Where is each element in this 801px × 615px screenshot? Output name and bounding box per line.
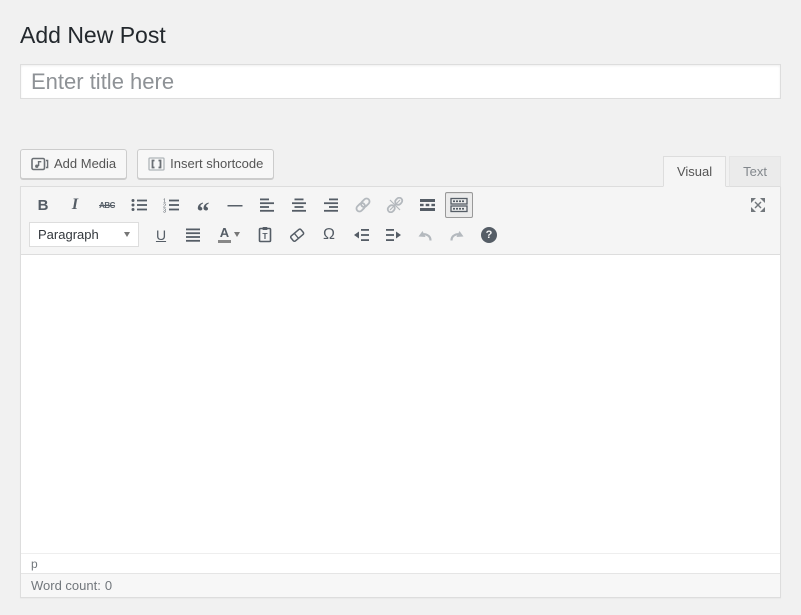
wordcount-bar: Word count: 0 <box>21 573 780 597</box>
toolbar-toggle-icon <box>450 197 468 213</box>
indent-button[interactable] <box>379 222 407 248</box>
fullscreen-button[interactable] <box>744 192 772 218</box>
add-media-label: Add Media <box>54 156 116 171</box>
editor-toolbar: B I ABC <box>21 187 780 255</box>
strikethrough-button[interactable]: ABC <box>93 192 121 218</box>
link-button[interactable] <box>349 192 377 218</box>
italic-button[interactable]: I <box>61 192 89 218</box>
justify-icon <box>185 227 201 243</box>
redo-button[interactable] <box>443 222 471 248</box>
special-character-button[interactable]: Ω <box>315 222 343 248</box>
eraser-icon <box>288 227 306 243</box>
text-color-button[interactable]: A <box>211 222 247 248</box>
undo-icon <box>416 227 434 243</box>
outdent-button[interactable] <box>347 222 375 248</box>
element-path-bar[interactable]: p <box>21 553 780 573</box>
media-buttons: Add Media Insert shortcode <box>20 149 274 179</box>
horizontal-rule-button[interactable]: — <box>221 192 249 218</box>
editor-container: B I ABC <box>20 186 781 598</box>
wordcount-value: 0 <box>105 578 112 593</box>
help-button[interactable]: ? <box>475 222 503 248</box>
element-path[interactable]: p <box>31 557 38 571</box>
italic-icon: I <box>72 196 78 214</box>
editor-content-area[interactable] <box>21 255 780 553</box>
toolbar-row-1: B I ABC <box>29 191 772 219</box>
bulleted-list-button[interactable] <box>125 192 153 218</box>
page-title: Add New Post <box>20 23 781 47</box>
unlink-button[interactable] <box>381 192 409 218</box>
editor-mode-tabs: Visual Text <box>663 156 781 186</box>
more-tag-button[interactable] <box>413 192 441 218</box>
blockquote-button[interactable]: “ <box>189 192 217 218</box>
clear-formatting-button[interactable] <box>283 222 311 248</box>
bold-icon: B <box>38 197 49 214</box>
wordcount-label: Word count: <box>31 578 101 593</box>
numbered-list-icon: 1 2 3 <box>162 197 180 213</box>
undo-button[interactable] <box>411 222 439 248</box>
add-media-button[interactable]: Add Media <box>20 149 127 179</box>
bold-button[interactable]: B <box>29 192 57 218</box>
media-and-tabs-row: Add Media Insert shortcode Visual Text <box>20 149 781 186</box>
outdent-icon <box>353 227 370 243</box>
align-center-icon <box>291 197 307 213</box>
toolbar-toggle-button[interactable] <box>445 192 473 218</box>
link-icon <box>354 197 372 213</box>
tab-text[interactable]: Text <box>729 156 781 187</box>
underline-button[interactable]: U <box>147 222 175 248</box>
fullscreen-icon <box>748 195 768 215</box>
svg-text:T: T <box>262 231 268 241</box>
chevron-down-icon <box>124 232 130 237</box>
bulleted-list-icon <box>130 197 148 213</box>
align-left-button[interactable] <box>253 192 281 218</box>
align-left-icon <box>259 197 275 213</box>
align-right-button[interactable] <box>317 192 345 218</box>
paste-as-text-button[interactable]: T <box>251 222 279 248</box>
underline-icon: U <box>156 227 166 243</box>
omega-icon: Ω <box>323 226 335 244</box>
post-title-input[interactable] <box>20 64 781 99</box>
svg-text:3: 3 <box>163 209 166 214</box>
indent-icon <box>385 227 402 243</box>
insert-shortcode-label: Insert shortcode <box>170 156 263 171</box>
align-center-button[interactable] <box>285 192 313 218</box>
add-media-icon <box>31 156 49 172</box>
more-tag-icon <box>419 197 436 213</box>
format-select-value: Paragraph <box>38 227 99 242</box>
paste-as-text-icon: T <box>257 226 273 243</box>
toolbar-row-2: Paragraph U A <box>29 221 772 248</box>
align-right-icon <box>323 197 339 213</box>
justify-button[interactable] <box>179 222 207 248</box>
shortcode-icon <box>148 156 165 172</box>
format-select[interactable]: Paragraph <box>29 222 139 247</box>
numbered-list-button[interactable]: 1 2 3 <box>157 192 185 218</box>
redo-icon <box>448 227 466 243</box>
unlink-icon <box>386 197 404 213</box>
tab-visual[interactable]: Visual <box>663 156 726 187</box>
text-color-icon: A <box>218 226 231 243</box>
strikethrough-icon: ABC <box>99 201 115 210</box>
chevron-down-icon <box>234 232 240 237</box>
horizontal-rule-icon: — <box>228 197 243 214</box>
insert-shortcode-button[interactable]: Insert shortcode <box>137 149 274 179</box>
help-icon: ? <box>481 227 497 243</box>
